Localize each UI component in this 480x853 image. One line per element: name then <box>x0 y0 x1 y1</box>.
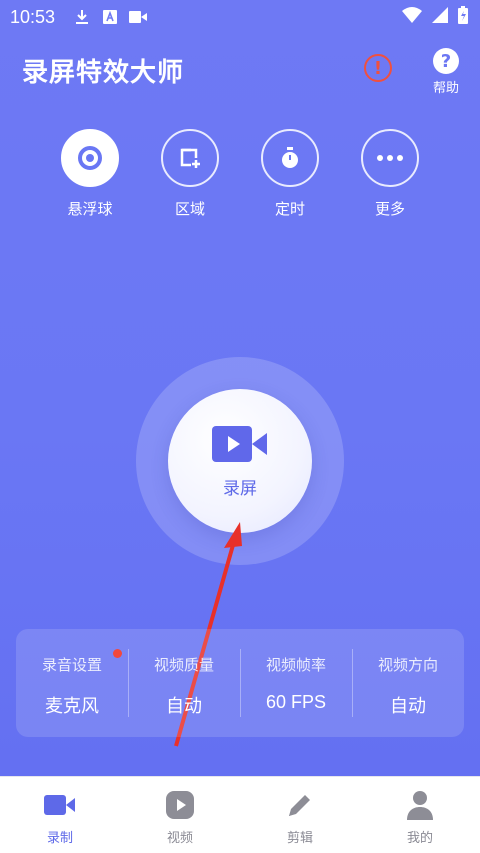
record-icon <box>43 790 77 820</box>
setting-value: 60 FPS <box>265 692 327 712</box>
tab-edit[interactable]: 剪辑 <box>240 777 360 853</box>
setting-title: 视频帧率 <box>265 656 326 674</box>
recording-settings-panel: 录音设置 麦克风 视频质量 自动 视频帧率 60 FPS 视频方向 自动 <box>16 629 464 737</box>
app-screen: 10:53 录屏特效大师 ! ? 帮助 悬浮球 区域 定时 更多 录屏 录音设置… <box>0 0 480 776</box>
new-badge-dot <box>113 649 122 658</box>
tab-videos[interactable]: 视频 <box>120 777 240 853</box>
setting-title: 录音设置 <box>41 656 102 674</box>
edit-pen-icon <box>283 790 317 820</box>
setting-title: 视频质量 <box>153 656 214 674</box>
setting-title: 视频方向 <box>377 656 438 674</box>
setting-quality[interactable]: 视频质量 自动 <box>128 629 240 737</box>
setting-framerate[interactable]: 视频帧率 60 FPS <box>240 629 352 737</box>
tab-label: 视频 <box>166 831 193 846</box>
play-icon <box>163 790 197 820</box>
setting-value: 自动 <box>166 696 202 717</box>
tab-label: 剪辑 <box>286 831 313 846</box>
bottom-tab-bar: 录制 视频 剪辑 我的 <box>0 776 480 853</box>
setting-value: 自动 <box>390 696 426 717</box>
tab-profile[interactable]: 我的 <box>360 777 480 853</box>
setting-audio[interactable]: 录音设置 麦克风 <box>16 629 128 737</box>
setting-value: 麦克风 <box>45 696 99 717</box>
tab-label: 录制 <box>46 831 73 846</box>
tab-record[interactable]: 录制 <box>0 777 120 853</box>
tab-label: 我的 <box>406 831 433 846</box>
profile-icon <box>403 790 437 820</box>
setting-orientation[interactable]: 视频方向 自动 <box>352 629 464 737</box>
